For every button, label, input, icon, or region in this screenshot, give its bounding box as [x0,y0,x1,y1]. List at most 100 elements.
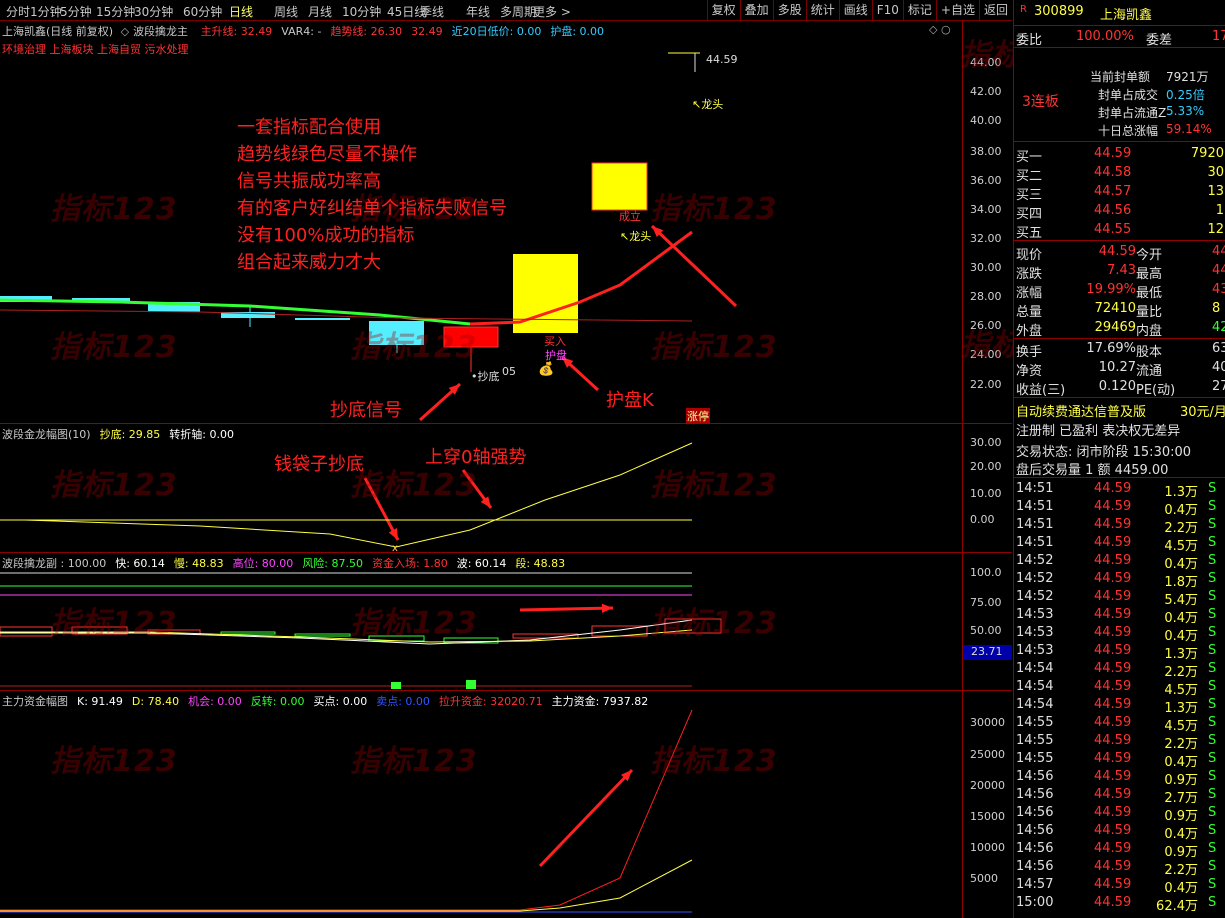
toolbar-button[interactable]: 返回 [978,0,1012,21]
tick-row[interactable]: 14:54 44.59 4.5万 S [1014,678,1225,698]
toolbar-button[interactable]: 复权 [706,0,740,21]
timeframe-tab[interactable]: 周线 [274,3,298,20]
seal-row: 十日总涨幅 59.14% [1014,121,1225,139]
y-tick-label: 38.00 [970,145,1002,158]
tick-row[interactable]: 14:55 44.59 4.5万 S [1014,714,1225,734]
toolbar-button[interactable]: 统计 [805,0,839,21]
bid-price: 44.57 [1094,184,1132,199]
tick-price: 44.59 [1094,535,1132,550]
indicator-field: 32.49 [411,25,443,38]
promo-text[interactable]: 自动续费通达信普及版 [1016,401,1146,420]
seal-row: 封单占成交 0.25倍 [1014,85,1225,103]
stat-row: 收益(三) 0.120 PE(动) 27 [1014,378,1225,398]
tick-row[interactable]: 14:56 44.59 0.9万 S [1014,768,1225,788]
tick-row[interactable]: 14:52 44.59 1.8万 S [1014,570,1225,590]
indicator-field: 主力资金: 7937.82 [551,695,649,708]
tick-row[interactable]: 14:52 44.59 5.4万 S [1014,588,1225,608]
y-tick-label: 100.0 [970,566,1002,579]
tick-row[interactable]: 14:57 44.59 0.4万 S [1014,876,1225,896]
timeframe-tab[interactable]: 日线 [229,3,253,20]
toolbar-button[interactable]: 多股 [772,0,806,21]
tick-row[interactable]: 14:54 44.59 1.3万 S [1014,696,1225,716]
quote-label: 最高 [1136,267,1163,282]
watermark-text: 指标123 [350,606,478,641]
tick-row[interactable]: 14:55 44.59 0.4万 S [1014,750,1225,770]
panel-controls[interactable]: ◇ ○ [929,23,951,36]
tick-time: 14:52 [1016,553,1054,568]
bid-row[interactable]: 买三 44.57 13 [1014,183,1225,203]
tick-direction: S [1208,877,1217,892]
timeframe-tab[interactable]: 10分钟 [342,3,381,20]
tick-price: 44.59 [1094,517,1132,532]
tick-time: 14:52 [1016,571,1054,586]
timeframe-tab[interactable]: 5分钟 [60,3,92,20]
promo-price[interactable]: 30元/月 [1180,401,1225,420]
toolbar-button[interactable]: 标记 [902,0,936,21]
bid-row[interactable]: 买一 44.59 7920 [1014,145,1225,165]
tick-row[interactable]: 14:54 44.59 2.2万 S [1014,660,1225,680]
indicator-field: 拉升资金: 32020.71 [438,695,543,708]
timeframe-tab[interactable]: 季线 [420,3,444,20]
watermark-text: 指标123 [50,192,178,227]
tick-time: 14:57 [1016,877,1054,892]
toolbar-button[interactable]: 画线 [838,0,872,21]
diamond-icon[interactable]: ◇ [929,23,937,36]
tick-row[interactable]: 14:55 44.59 2.2万 S [1014,732,1225,752]
timeframe-tab[interactable]: 分时 [6,3,30,20]
timeframe-tab[interactable]: 60分钟 [183,3,222,20]
stat-row: 换手 17.69%股本 637 [1014,340,1225,360]
promo-row[interactable]: 自动续费通达信普及版 30元/月 [1014,400,1225,420]
timeframe-tab[interactable]: 15分钟 [96,3,135,20]
close-icon[interactable]: ○ [941,23,951,36]
timeframe-tab[interactable]: 1分钟 [30,3,62,20]
tick-row[interactable]: 14:56 44.59 0.9万 S [1014,840,1225,860]
tick-row[interactable]: 14:56 44.59 0.4万 S [1014,822,1225,842]
quote-value: 19.99% [1086,282,1136,297]
timeframe-tab[interactable]: 30分钟 [134,3,173,20]
tick-row[interactable]: 14:53 44.59 0.4万 S [1014,606,1225,626]
tick-row[interactable]: 14:51 44.59 0.4万 S [1014,498,1225,518]
bid-row[interactable]: 买五 44.55 12 [1014,221,1225,241]
tick-time: 14:53 [1016,607,1054,622]
tick-row[interactable]: 14:53 44.59 0.4万 S [1014,624,1225,644]
toolbar-button[interactable]: 叠加 [739,0,773,21]
seal-value: 5.33% [1166,104,1205,118]
main-capital-line [0,859,693,912]
timeframe-tab[interactable]: 年线 [466,3,490,20]
bid-volume: 7920 [1190,146,1224,161]
tick-volume: 62.4万 [1156,899,1198,914]
tick-row[interactable]: 14:51 44.59 2.2万 S [1014,516,1225,536]
main-panel-title: 上海凯鑫(日线 前复权) ◇ 波段擒龙主 主升线: 32.49 VAR4: - 趋势线… [2,23,612,39]
tick-row[interactable]: 14:51 44.59 4.5万 S [1014,534,1225,554]
capital-entry-mark [466,680,476,689]
tick-time: 14:51 [1016,535,1054,550]
stock-header: R 300899 上海凯鑫 [1014,3,1225,23]
tick-row[interactable]: 14:52 44.59 0.4万 S [1014,552,1225,572]
y-tick-label: 34.00 [970,203,1002,216]
tick-time: 14:52 [1016,589,1054,604]
tick-row[interactable]: 14:56 44.59 2.7万 S [1014,786,1225,806]
timeframe-tab[interactable]: 月线 [308,3,332,20]
toolbar-button[interactable]: +自选 [935,0,979,21]
strategy-note-line: 没有100%成功的指标 [237,225,415,246]
bid-row[interactable]: 买二 44.58 30 [1014,164,1225,184]
bid-volume: 13 [1207,184,1224,199]
indicator-icon: ◇ [120,25,130,38]
toolbar-button[interactable]: F10 [871,0,903,21]
tick-price: 44.59 [1094,589,1132,604]
stock-name: 上海凯鑫 [1100,8,1153,23]
timeframe-tab[interactable]: 多周期 [500,3,536,20]
dragon-head-label-1: ↖龙头 [692,98,724,111]
timeframe-tab[interactable]: 更多 > [533,3,571,20]
sep [1014,338,1225,339]
tick-row[interactable]: 14:56 44.59 2.2万 S [1014,858,1225,878]
tick-row[interactable]: 15:00 44.59 62.4万 S [1014,894,1225,914]
tick-row[interactable]: 14:51 44.59 1.3万 S [1014,480,1225,500]
tick-price: 44.59 [1094,751,1132,766]
tick-direction: S [1208,805,1217,820]
bid-row[interactable]: 买四 44.56 1 [1014,202,1225,222]
panel-divider-2 [0,552,1012,553]
tick-time: 15:00 [1016,895,1054,910]
tick-row[interactable]: 14:56 44.59 0.9万 S [1014,804,1225,824]
tick-row[interactable]: 14:53 44.59 1.3万 S [1014,642,1225,662]
